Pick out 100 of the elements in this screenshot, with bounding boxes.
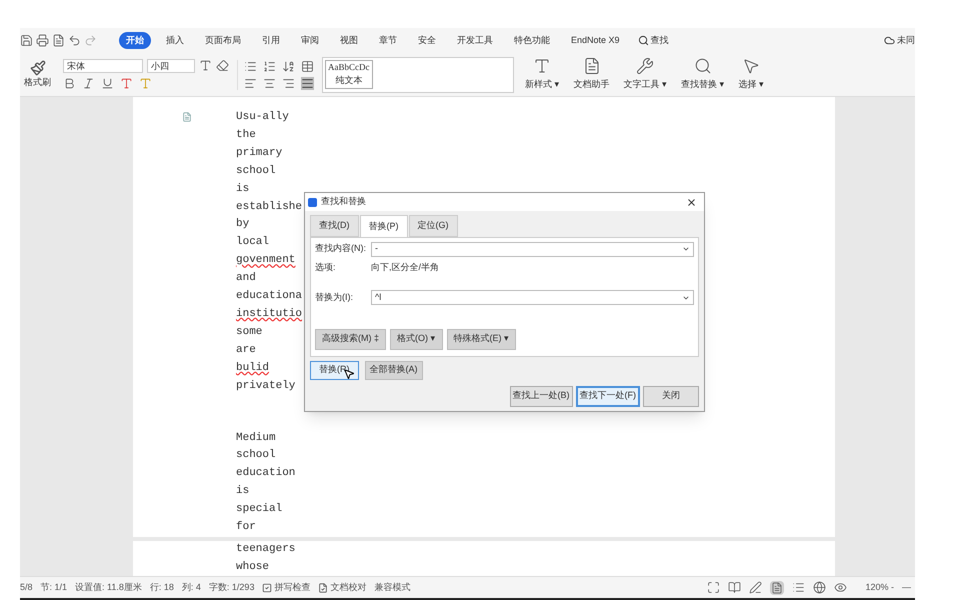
- pointer-icon: [742, 57, 760, 76]
- zoom-out-button[interactable]: —: [902, 580, 911, 594]
- italic-icon[interactable]: [82, 77, 95, 90]
- dialog-title: 查找和替换: [321, 195, 366, 208]
- close-icon[interactable]: [686, 196, 697, 208]
- status-text: 字数: 1/293: [208, 580, 254, 594]
- document-word: local: [236, 235, 270, 250]
- font-name-field[interactable]: 宋体: [63, 59, 143, 73]
- document-word: by: [236, 217, 250, 232]
- border-icon[interactable]: [301, 60, 314, 72]
- document-word: Usu-ally: [236, 110, 289, 125]
- numbered-list-icon[interactable]: [263, 60, 276, 72]
- status-toggle[interactable]: 拼写检查: [262, 580, 310, 594]
- status-text: 行: 18: [150, 580, 174, 594]
- ribbon-button[interactable]: 文档助手: [570, 57, 613, 92]
- view-icon[interactable]: [707, 581, 720, 594]
- view-icon[interactable]: [813, 581, 826, 594]
- document-word: school: [236, 448, 276, 464]
- bold-icon[interactable]: [63, 77, 76, 90]
- underline-icon[interactable]: [101, 77, 114, 90]
- document-word: some: [236, 324, 262, 340]
- document-word: govenment: [236, 253, 296, 268]
- document-word: is: [236, 484, 250, 500]
- cloud-icon: [884, 35, 895, 46]
- ribbon-tab[interactable]: EndNote X9: [562, 32, 629, 50]
- document-word: institutio: [236, 306, 302, 322]
- ribbon-tab[interactable]: 特色功能: [505, 32, 559, 50]
- status-text: 设置值: 11.8厘米: [75, 580, 142, 594]
- status-text: 列: 4: [182, 580, 201, 594]
- ribbon-button[interactable]: 新样式 ▾: [522, 57, 563, 92]
- ribbon-tab[interactable]: 插入: [157, 32, 193, 50]
- document-word: education: [236, 466, 296, 482]
- status-text: 节: 1/1: [40, 580, 68, 594]
- view-icon[interactable]: [749, 581, 762, 594]
- document-word: are: [236, 342, 256, 358]
- app-icon: [308, 198, 317, 206]
- ribbon-tab[interactable]: 引用: [253, 32, 289, 50]
- font-size-field[interactable]: 小四: [147, 59, 195, 73]
- status-text: 兼容模式: [374, 580, 410, 594]
- ribbon-tab[interactable]: 章节: [370, 32, 406, 50]
- sync-button[interactable]: 未同: [884, 34, 915, 48]
- ribbon-tab[interactable]: 开发工具: [448, 32, 502, 50]
- view-icon[interactable]: [770, 580, 784, 594]
- align-center-icon[interactable]: [263, 76, 276, 90]
- zoom-level[interactable]: 120% -: [865, 580, 894, 594]
- option-button[interactable]: 格式(O) ▾: [390, 328, 442, 350]
- document-word: for: [236, 520, 256, 536]
- field-label: 替换为(I):: [315, 290, 354, 304]
- print-icon[interactable]: [36, 34, 49, 47]
- dialog-button[interactable]: 全部替换(A): [364, 360, 422, 380]
- document-word: privately: [236, 378, 296, 394]
- dialog-button[interactable]: 关闭: [643, 386, 699, 406]
- checkbox-icon: [262, 582, 272, 592]
- option-button[interactable]: 特殊格式(E) ▾: [446, 328, 516, 350]
- status-text: 5/8: [20, 580, 33, 594]
- ribbon-tab[interactable]: 开始: [119, 32, 151, 50]
- view-icon[interactable]: [834, 581, 848, 594]
- undo-icon[interactable]: [68, 34, 81, 47]
- document-word: school: [236, 164, 276, 179]
- option-button[interactable]: 高级搜索(M) ‡: [315, 328, 386, 350]
- format-painter-button[interactable]: 格式刷: [20, 60, 55, 90]
- document-word: teenagers: [236, 542, 296, 557]
- ribbon-tab[interactable]: 审阅: [292, 32, 328, 50]
- eraser-icon[interactable]: [216, 59, 229, 72]
- options-text: 向下,区分全/半角: [371, 260, 440, 274]
- document-word: educationa: [236, 289, 302, 304]
- align-right-icon[interactable]: [282, 76, 295, 90]
- search-icon: [638, 35, 649, 46]
- ribbon-button[interactable]: 选择 ▾: [736, 57, 768, 92]
- preview-icon[interactable]: [52, 34, 65, 47]
- dialog-tab[interactable]: 替换(P): [360, 215, 408, 236]
- document-icon: [582, 57, 601, 76]
- status-toggle[interactable]: 文档校对: [318, 580, 366, 594]
- dialog-button[interactable]: 查找上一处(B): [510, 386, 572, 406]
- paragraph-icon: [182, 112, 192, 122]
- ribbon-button[interactable]: 查找替换 ▾: [678, 57, 728, 92]
- sort-icon[interactable]: [282, 60, 295, 72]
- save-icon[interactable]: [20, 34, 33, 47]
- document-check-icon: [318, 582, 328, 592]
- document-word: Medium: [236, 430, 276, 446]
- ribbon-tab[interactable]: 视图: [331, 32, 367, 50]
- ribbon-tab[interactable]: 页面布局: [196, 32, 250, 50]
- find-field[interactable]: -: [371, 242, 694, 256]
- align-left-icon[interactable]: [244, 76, 257, 90]
- dialog-button[interactable]: 查找下一处(F): [576, 386, 640, 406]
- dialog-tab[interactable]: 定位(G): [408, 215, 458, 236]
- document-word: primary: [236, 146, 282, 161]
- search-icon: [694, 57, 712, 76]
- search-button[interactable]: 查找: [632, 34, 675, 48]
- view-icon[interactable]: [728, 581, 742, 594]
- justify-icon[interactable]: [301, 76, 314, 90]
- style-item[interactable]: AaBbCcDc 纯文本: [325, 60, 372, 88]
- ribbon-tab[interactable]: 安全: [409, 32, 445, 50]
- ribbon-button[interactable]: 文字工具 ▾: [620, 57, 670, 92]
- dialog-tab[interactable]: 查找(D): [310, 215, 358, 236]
- document-word: special: [236, 502, 282, 518]
- wrench-icon: [636, 57, 654, 76]
- chevron-down-icon: [682, 245, 690, 253]
- brush-icon: [30, 60, 46, 76]
- replace-field[interactable]: ^l: [371, 290, 694, 305]
